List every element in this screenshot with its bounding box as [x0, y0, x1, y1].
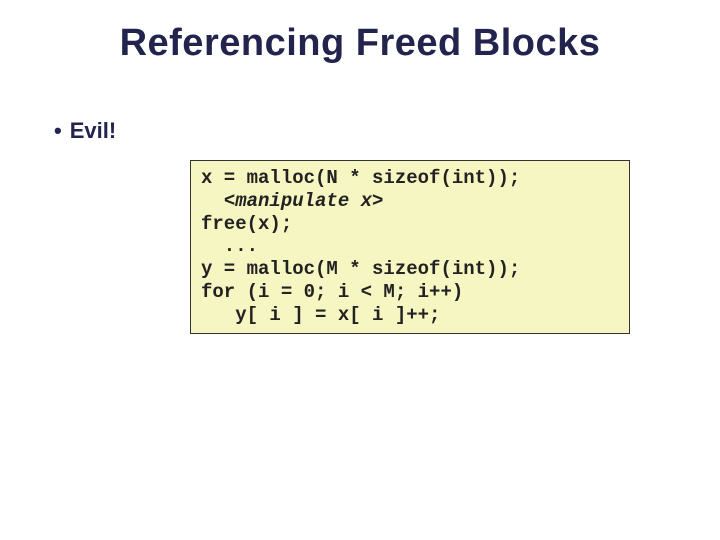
code-line-5: y = malloc(M * sizeof(int));	[201, 258, 619, 281]
bullet-dot-icon: •	[54, 120, 62, 142]
bullet-label: Evil!	[70, 118, 116, 143]
code-block: x = malloc(N * sizeof(int)); <manipulate…	[190, 160, 630, 334]
slide-title: Referencing Freed Blocks	[0, 22, 720, 65]
code-line-4: ...	[201, 235, 619, 258]
code-line-2-indent	[201, 190, 224, 212]
angle-open-icon: <	[224, 190, 235, 212]
angle-close-icon: >	[372, 190, 383, 212]
code-line-7: y[ i ] = x[ i ]++;	[201, 304, 619, 327]
code-line-2-body: manipulate x	[235, 190, 372, 212]
bullet-evil: • Evil!	[54, 118, 116, 144]
code-line-2: <manipulate x>	[201, 190, 619, 213]
code-line-6: for (i = 0; i < M; i++)	[201, 281, 619, 304]
slide: Referencing Freed Blocks • Evil! x = mall…	[0, 0, 720, 540]
code-line-3: free(x);	[201, 213, 619, 236]
code-line-1: x = malloc(N * sizeof(int));	[201, 167, 619, 190]
